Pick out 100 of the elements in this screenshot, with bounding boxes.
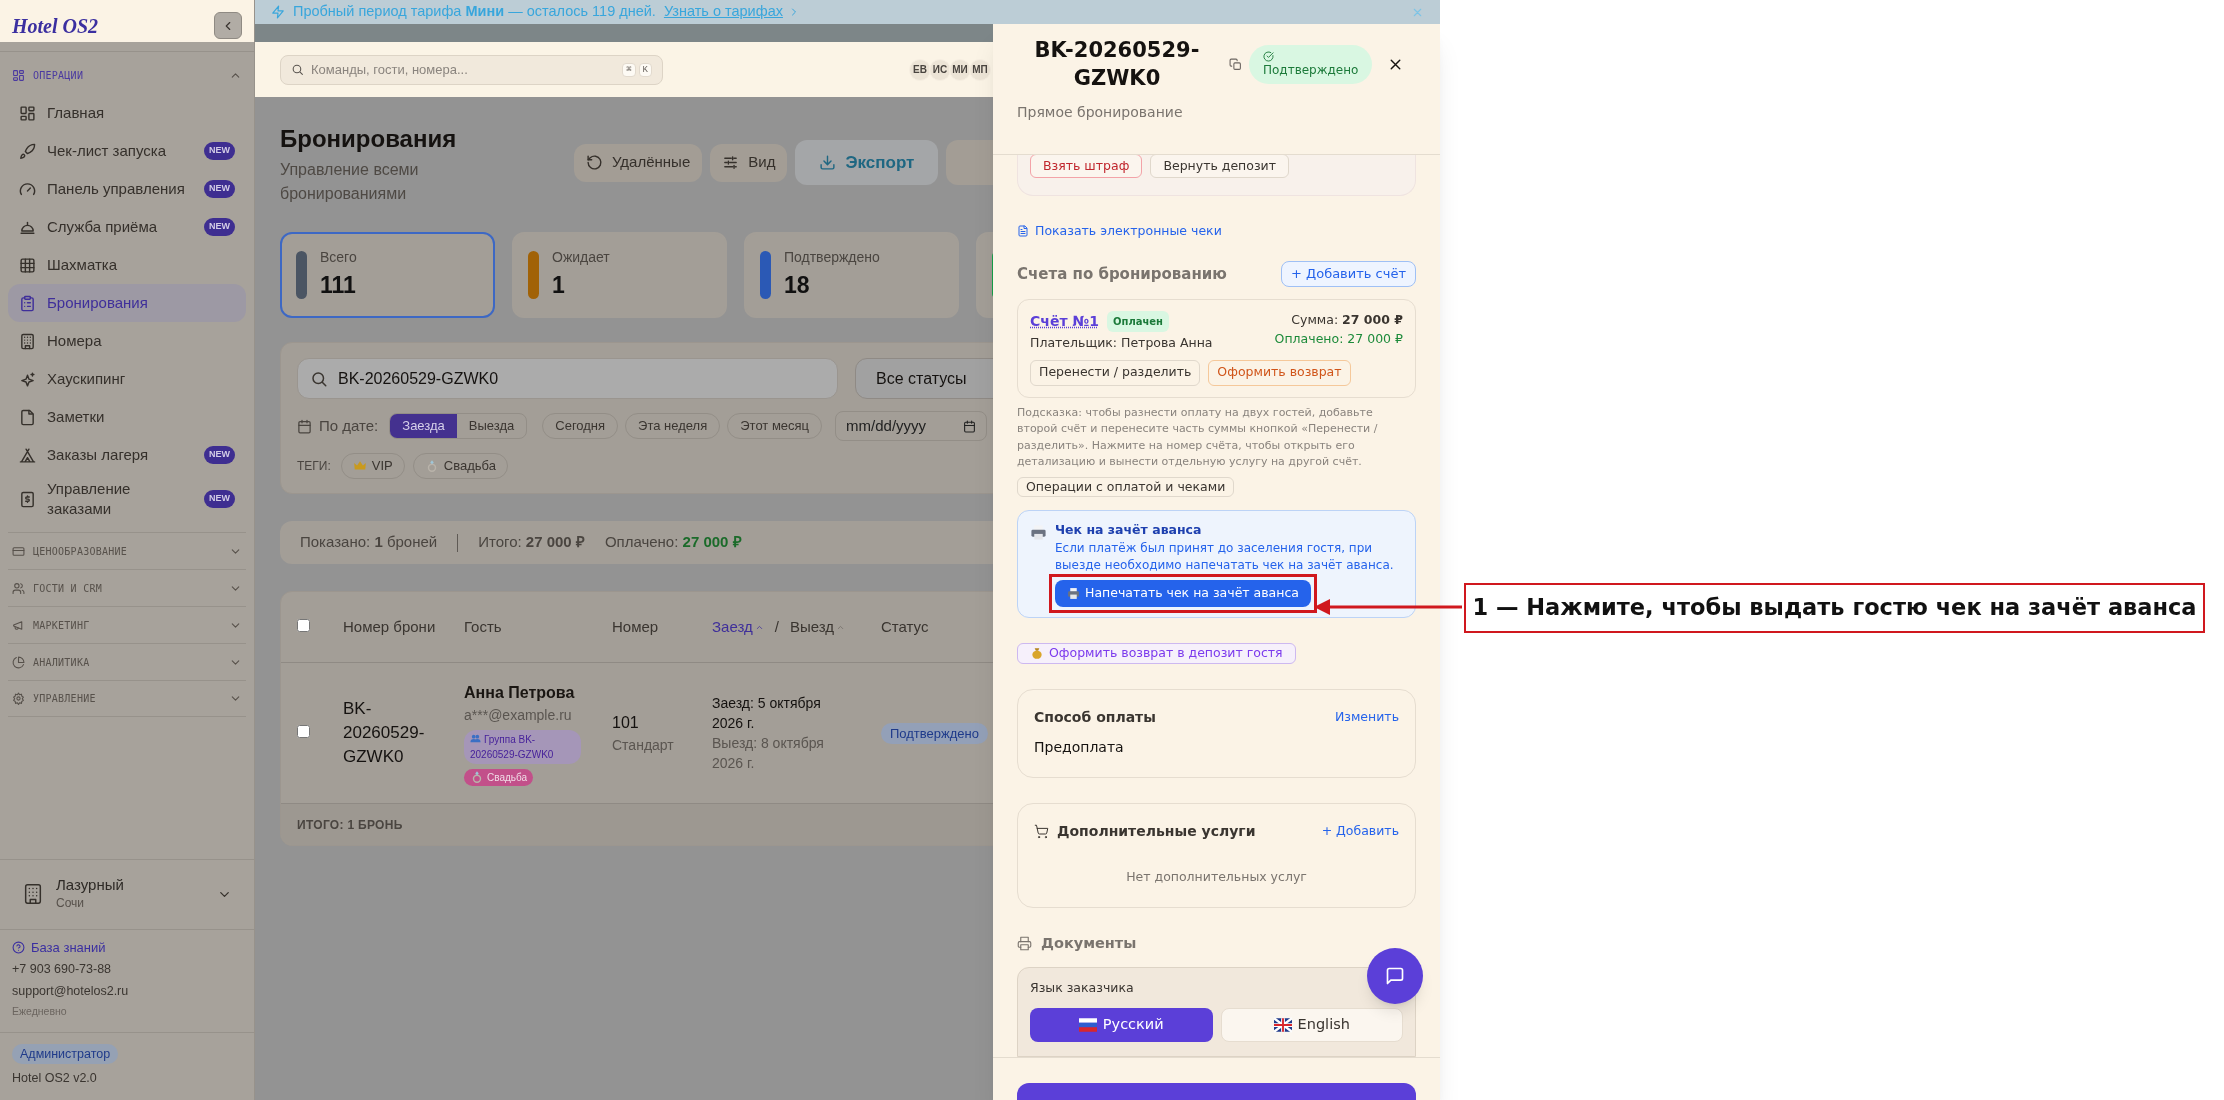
support-email: support@hotelos2.ru	[12, 983, 130, 1000]
tent-icon	[19, 446, 36, 464]
payment-operations-button[interactable]: Операции с оплатой и чеками	[1017, 476, 1235, 498]
check-out-date: Выезд: 8 октября 2026 г.	[712, 734, 825, 773]
deleted-button[interactable]: Удалённые	[574, 143, 703, 182]
copy-button[interactable]	[1229, 57, 1242, 71]
stat-label: Подтверждено	[784, 248, 880, 268]
total-amount: Итого: 27 000 ₽	[478, 532, 585, 553]
shown-count: Показано: 1 броней	[300, 532, 438, 553]
help-icon	[12, 941, 25, 954]
search-icon	[310, 369, 328, 388]
shortcut-key: K	[638, 62, 652, 77]
add-invoice-button[interactable]: + Добавить счёт	[1281, 260, 1416, 287]
change-link[interactable]: Изменить	[1334, 707, 1399, 727]
check-in-date: Заезд: 5 октября 2026 г.	[712, 694, 822, 733]
pie-chart-icon	[12, 655, 25, 669]
sidebar-item[interactable]: Чек-лист запуска NEW	[8, 132, 246, 170]
people-icon	[470, 732, 481, 744]
calendar-icon	[963, 419, 977, 433]
callout-label: 1 — Нажмите, чтобы выдать гостю чек на зачёт аванса	[1464, 583, 2205, 633]
section-header[interactable]: ОПЕРАЦИИ	[8, 57, 246, 94]
invoice-sum: Сумма: 27 000 ₽	[1291, 310, 1403, 329]
calendar-icon	[297, 418, 312, 434]
stat-label: Ожидает	[552, 248, 610, 268]
section-header[interactable]: МАРКЕТИНГ	[8, 606, 246, 643]
language-option[interactable]: Русский	[1030, 1008, 1213, 1042]
sidebar-item[interactable]: Главная	[8, 94, 246, 132]
collapse-sidebar-button[interactable]	[214, 12, 242, 39]
section-header[interactable]: ГОСТИ И CRM	[8, 569, 246, 606]
add-service-link[interactable]: + Добавить	[1321, 821, 1399, 841]
sidebar-item[interactable]: Номера	[8, 322, 246, 360]
date-input-field[interactable]: mm/dd/yyyy	[835, 411, 988, 441]
page-title: Бронирования	[280, 124, 458, 154]
chat-icon	[1385, 966, 1405, 986]
file-icon	[19, 408, 36, 426]
property-selector[interactable]: Лазурный Сочи	[0, 858, 254, 929]
printer-icon	[1017, 935, 1032, 951]
paid-badge: Оплачен	[1106, 310, 1169, 332]
sidebar-item[interactable]: Панель управления NEW	[8, 170, 246, 208]
sidebar-item[interactable]: Служба приёма NEW	[8, 208, 246, 246]
column-sort-header[interactable]: Заезд	[712, 615, 764, 639]
view-button[interactable]: Вид	[710, 143, 788, 182]
date-mode-tab[interactable]: Выезда	[456, 414, 527, 438]
row-checkbox[interactable]	[297, 725, 310, 738]
command-search-input[interactable]: Команды, гости, номера...	[311, 59, 616, 80]
paid-amount: Оплачено: 27 000 ₽	[604, 532, 742, 553]
gear-icon	[12, 692, 25, 705]
receipts-link[interactable]: Показать электронные чеки	[1017, 222, 1222, 241]
building-icon	[19, 332, 36, 350]
sidebar-item[interactable]: Хаускипинг	[8, 360, 246, 398]
card-title: Дополнительные услуги	[1057, 821, 1256, 841]
status-filter-dropdown[interactable]: Все статусы	[855, 358, 993, 399]
tag-badge: Свадьба	[464, 768, 534, 786]
column-sort-header[interactable]: Выезд	[789, 615, 845, 639]
language-option[interactable]: English	[1220, 1008, 1403, 1042]
field-label: Язык заказчика	[1030, 979, 1135, 998]
user-avatar: МИ	[949, 58, 971, 81]
return-deposit-button[interactable]: Вернуть депозит	[1150, 155, 1289, 178]
section-header[interactable]: УПРАВЛЕНИЕ	[8, 680, 246, 717]
sidebar-item[interactable]: Бронирования	[8, 284, 246, 322]
tags-label: ТЕГИ:	[297, 458, 331, 475]
cart-icon	[1034, 823, 1049, 839]
sidebar-item[interactable]: Управление заказами NEW	[8, 474, 246, 524]
penalty-button[interactable]: Взять штраф	[1030, 155, 1143, 178]
command-search-field[interactable]: Команды, гости, номера... ⌘ K	[280, 54, 663, 85]
guest-email: a***@example.ru	[464, 705, 572, 725]
table-total: ИТОГО: 1 БРОНЬ	[297, 816, 403, 834]
stat-card[interactable]: Всего 111	[280, 232, 495, 318]
date-mode-tab[interactable]: Заезда	[390, 414, 457, 438]
deposit-refund-button[interactable]: Оформить возврат в депозит гостя	[1017, 643, 1296, 664]
room-type: Стандарт	[612, 735, 675, 755]
building-icon	[22, 883, 44, 906]
invoice-link[interactable]: Счёт №1	[1030, 310, 1099, 332]
date-filter-label: По дате:	[319, 415, 379, 436]
select-all-checkbox[interactable]	[297, 618, 310, 632]
date-input[interactable]: mm/dd/yyyy	[846, 414, 947, 438]
column-header: Статус	[881, 617, 930, 637]
split-button[interactable]: Перенести / разделить	[1030, 359, 1201, 386]
stat-card[interactable]: Подтверждено 18	[744, 232, 959, 318]
card-icon	[12, 544, 25, 558]
knowledge-base-link[interactable]: База знаний	[12, 937, 242, 958]
export-button[interactable]: Экспорт	[795, 140, 939, 185]
table-icon	[19, 256, 36, 274]
sidebar-item[interactable]: Заказы лагеря NEW	[8, 436, 246, 474]
section-header[interactable]: АНАЛИТИКА	[8, 643, 246, 680]
print-advance-receipt-button[interactable]: Напечатать чек на зачёт аванса	[1055, 580, 1311, 607]
sidebar-item[interactable]: Заметки	[8, 398, 246, 436]
stat-card[interactable]: Ожидает 1	[512, 232, 727, 318]
page-subtitle: Управление всеми бронированиями	[280, 160, 420, 204]
booking-search-field[interactable]: BK-20260529-GZWK0	[297, 358, 838, 399]
booking-search-input[interactable]: BK-20260529-GZWK0	[338, 366, 825, 391]
refund-button[interactable]: Оформить возврат	[1208, 359, 1351, 386]
ring-icon	[470, 770, 484, 784]
section-header[interactable]: ЦЕНООБРАЗОВАНИЕ	[8, 532, 246, 569]
property-city: Сочи	[56, 895, 86, 913]
money-bag-icon	[1030, 646, 1044, 661]
clipboard-icon	[19, 294, 36, 312]
section-title: Документы	[1041, 933, 1137, 953]
sidebar-item[interactable]: Шахматка	[8, 246, 246, 284]
russia-flag-icon	[1078, 1016, 1097, 1034]
